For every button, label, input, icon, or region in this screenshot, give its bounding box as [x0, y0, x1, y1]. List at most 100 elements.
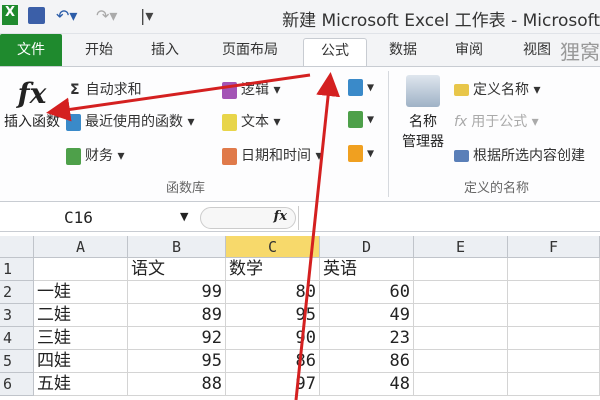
group-divider [388, 71, 389, 197]
cell-A1[interactable] [34, 258, 128, 281]
cell-D6[interactable]: 48 [320, 373, 414, 396]
row-header[interactable]: 5 [0, 350, 34, 373]
sigma-icon: Σ [70, 82, 80, 98]
function-library-label: 函数库 [166, 181, 206, 196]
tab-data[interactable]: 数据 [378, 38, 428, 66]
column-header-c[interactable]: C [226, 236, 320, 258]
formula-bar: C16 ▼ fx [0, 204, 600, 232]
lookup-button[interactable]: ▾ [348, 79, 374, 96]
cell-B6[interactable]: 88 [128, 373, 226, 396]
cell-F2[interactable] [508, 281, 600, 304]
cell-C2[interactable]: 80 [226, 281, 320, 304]
cell-E5[interactable] [414, 350, 508, 373]
cell-B1[interactable]: 语文 [128, 258, 226, 281]
cell-D4[interactable]: 23 [320, 327, 414, 350]
name-box[interactable]: C16 [0, 206, 196, 230]
recent-functions-button[interactable]: 最近使用的函数 ▾ [66, 111, 194, 131]
row-header[interactable]: 4 [0, 327, 34, 350]
cell-A4[interactable]: 三娃 [34, 327, 128, 350]
cell-E4[interactable] [414, 327, 508, 350]
name-manager-label-1: 名称 [409, 114, 437, 130]
lookup-book-icon [348, 79, 363, 96]
cell-C3[interactable]: 95 [226, 304, 320, 327]
column-header-a[interactable]: A [34, 236, 128, 258]
more-functions-button[interactable]: ▾ [348, 145, 374, 162]
cell-C5[interactable]: 86 [226, 350, 320, 373]
cell-F1[interactable] [508, 258, 600, 281]
tab-file[interactable]: 文件 [0, 34, 62, 66]
name-manager-icon [406, 75, 440, 107]
tab-review[interactable]: 审阅 [444, 38, 494, 66]
cell-D3[interactable]: 49 [320, 304, 414, 327]
column-header-f[interactable]: F [508, 236, 600, 258]
create-from-selection-button[interactable]: 根据所选内容创建 [454, 145, 585, 165]
recent-book-icon [66, 113, 81, 131]
formula-controls: fx [200, 207, 296, 229]
cell-F4[interactable] [508, 327, 600, 350]
excel-app-icon[interactable]: X [2, 5, 18, 25]
row-header[interactable]: 6 [0, 373, 34, 396]
cell-A2[interactable]: 一娃 [34, 281, 128, 304]
autosum-button[interactable]: Σ 自动求和 [70, 79, 142, 99]
select-all-corner[interactable] [0, 236, 34, 258]
cell-C1[interactable]: 数学 [226, 258, 320, 281]
cell-D5[interactable]: 86 [320, 350, 414, 373]
tab-home[interactable]: 开始 [74, 38, 124, 66]
title-bar: X ↶▾ ↷▾ |▾ 新建 Microsoft Excel 工作表 - Micr… [0, 0, 600, 34]
cell-D1[interactable]: 英语 [320, 258, 414, 281]
cell-E2[interactable] [414, 281, 508, 304]
cell-F6[interactable] [508, 373, 600, 396]
create-from-selection-icon [454, 150, 469, 162]
cell-C4[interactable]: 90 [226, 327, 320, 350]
ribbon-tabs: 文件 开始 插入 页面布局 公式 数据 审阅 视图 狸窝 [0, 34, 600, 66]
fx-small-icon: fx [454, 114, 468, 130]
cell-B3[interactable]: 89 [128, 304, 226, 327]
customize-toolbar-icon[interactable]: |▾ [140, 6, 153, 25]
formula-input[interactable] [298, 206, 600, 230]
save-icon[interactable] [28, 7, 45, 24]
row-header[interactable]: 3 [0, 304, 34, 327]
cell-E1[interactable] [414, 258, 508, 281]
cell-A6[interactable]: 五娃 [34, 373, 128, 396]
tab-formulas[interactable]: 公式 [303, 38, 367, 66]
column-header-b[interactable]: B [128, 236, 226, 258]
cell-C6[interactable]: 97 [226, 373, 320, 396]
define-name-button[interactable]: 定义名称 ▾ [454, 79, 540, 99]
redo-icon[interactable]: ↷▾ [96, 6, 117, 25]
cell-B2[interactable]: 99 [128, 281, 226, 304]
insert-function-fx-icon[interactable]: fx [274, 209, 287, 224]
tab-insert[interactable]: 插入 [140, 38, 190, 66]
tab-view[interactable]: 视图 [512, 38, 562, 66]
logical-button[interactable]: 逻辑 ▾ [222, 79, 280, 99]
name-box-dropdown-icon[interactable]: ▼ [180, 210, 188, 223]
tab-page-layout[interactable]: 页面布局 [212, 38, 288, 66]
datetime-book-icon [222, 147, 237, 165]
row-header[interactable]: 2 [0, 281, 34, 304]
cell-E6[interactable] [414, 373, 508, 396]
cell-B4[interactable]: 92 [128, 327, 226, 350]
name-manager-label-2: 管理器 [402, 134, 444, 150]
column-header-d[interactable]: D [320, 236, 414, 258]
use-in-formula-button[interactable]: fx 用于公式 ▾ [454, 111, 539, 131]
row-header[interactable]: 1 [0, 258, 34, 281]
window-title: 新建 Microsoft Excel 工作表 - Microsoft [282, 11, 600, 31]
cell-A5[interactable]: 四娃 [34, 350, 128, 373]
insert-function-button[interactable]: fx 插入函数 [0, 77, 64, 131]
math-button[interactable]: ▾ [348, 111, 374, 128]
cell-D2[interactable]: 60 [320, 281, 414, 304]
name-manager-button[interactable]: 名称 管理器 [396, 75, 450, 151]
column-header-e[interactable]: E [414, 236, 508, 258]
datetime-button[interactable]: 日期和时间 ▾ [222, 145, 322, 165]
cell-B5[interactable]: 95 [128, 350, 226, 373]
undo-icon[interactable]: ↶▾ [56, 6, 77, 25]
watermark: 狸窝 [560, 40, 600, 64]
financial-button[interactable]: 财务 ▾ [66, 145, 124, 165]
defined-names-label: 定义的名称 [464, 181, 530, 196]
insert-function-label: 插入函数 [4, 114, 60, 130]
more-book-icon [348, 145, 363, 162]
text-button[interactable]: 文本 ▾ [222, 111, 280, 131]
cell-F5[interactable] [508, 350, 600, 373]
cell-F3[interactable] [508, 304, 600, 327]
cell-E3[interactable] [414, 304, 508, 327]
cell-A3[interactable]: 二娃 [34, 304, 128, 327]
